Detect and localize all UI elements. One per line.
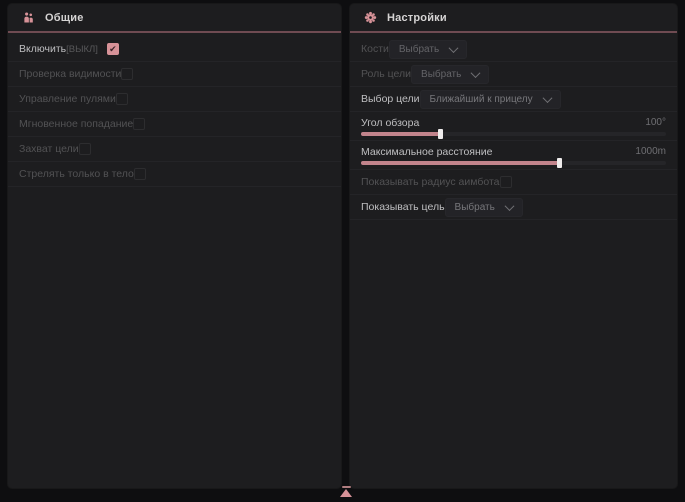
panel-settings: Настройки Кости Выбрать Роль цели Выбрать Вы…: [350, 4, 677, 488]
chevron-down-icon: [471, 68, 481, 78]
checkbox[interactable]: [116, 93, 128, 105]
setting-label: Показывать радиус аимбота: [361, 176, 500, 188]
slider-fill: [361, 132, 440, 136]
slider-value: 100°: [645, 117, 666, 128]
dropdown[interactable]: Выбрать: [445, 198, 523, 217]
slider[interactable]: [361, 132, 666, 136]
panel-general-title: Общие: [45, 12, 84, 24]
chevron-down-icon: [504, 201, 514, 211]
setting-label: Кости: [361, 43, 389, 55]
slider-thumb[interactable]: [438, 129, 443, 139]
gear-icon: [363, 10, 378, 25]
menu-collapse-handle[interactable]: [338, 486, 354, 500]
general-rows: Включить[ВЫКЛ] ✔ Проверка видимости Управле…: [8, 33, 341, 187]
slider-value: 1000m: [635, 146, 666, 157]
handle-bar: [342, 486, 351, 488]
dropdown-value: Выбрать: [455, 202, 495, 213]
setting-label: Угол обзора: [361, 117, 645, 129]
setting-row: Включить[ВЫКЛ] ✔: [8, 37, 341, 62]
setting-row: Выбор цели Ближайший к прицелу: [350, 87, 677, 112]
checkbox[interactable]: [133, 118, 145, 130]
setting-row: Максимальное расстояние1000m: [350, 141, 677, 170]
setting-label: Выбор цели: [361, 93, 420, 105]
dropdown[interactable]: Выбрать: [389, 40, 467, 59]
setting-label: Максимальное расстояние: [361, 146, 635, 158]
setting-row: Проверка видимости: [8, 62, 341, 87]
panel-settings-title: Настройки: [387, 12, 447, 24]
setting-row: Показывать радиус аимбота: [350, 170, 677, 195]
checkbox[interactable]: ✔: [107, 43, 119, 55]
setting-label: Управление пулями: [19, 93, 116, 105]
slider-fill: [361, 161, 559, 165]
settings-rows: Кости Выбрать Роль цели Выбрать Выбор цели Бл…: [350, 33, 677, 220]
collapse-arrow-icon: [340, 489, 352, 497]
setting-label: Захват цели: [19, 143, 79, 155]
checkbox[interactable]: [500, 176, 512, 188]
setting-row: Показывать цель Выбрать: [350, 195, 677, 220]
dropdown[interactable]: Ближайший к прицелу: [420, 90, 561, 109]
hotkey-badge: [ВЫКЛ]: [66, 44, 98, 55]
setting-row: Роль цели Выбрать: [350, 62, 677, 87]
setting-label: Включить: [19, 43, 66, 55]
dropdown[interactable]: Выбрать: [411, 65, 489, 84]
panel-settings-header: Настройки: [350, 4, 677, 31]
setting-label: Проверка видимости: [19, 68, 121, 80]
setting-row: Захват цели: [8, 137, 341, 162]
setting-label: Стрелять только в тело: [19, 168, 134, 180]
dropdown-value: Выбрать: [421, 69, 461, 80]
setting-row: Кости Выбрать: [350, 37, 677, 62]
setting-label: Мгновенное попадание: [19, 118, 133, 130]
setting-row: Мгновенное попадание: [8, 112, 341, 137]
slider-thumb[interactable]: [557, 158, 562, 168]
dropdown-value: Ближайший к прицелу: [430, 94, 533, 105]
users-icon: [21, 10, 36, 25]
chevron-down-icon: [542, 93, 552, 103]
checkbox[interactable]: [79, 143, 91, 155]
setting-label: Показывать цель: [361, 201, 445, 213]
setting-row: Угол обзора100°: [350, 112, 677, 141]
setting-row: Стрелять только в тело: [8, 162, 341, 187]
setting-row: Управление пулями: [8, 87, 341, 112]
panel-general-header: Общие: [8, 4, 341, 31]
dropdown-value: Выбрать: [399, 44, 439, 55]
panel-general: Общие Включить[ВЫКЛ] ✔ Проверка видимости У…: [8, 4, 341, 488]
cheat-menu-overlay: Общие Включить[ВЫКЛ] ✔ Проверка видимости У…: [0, 0, 685, 502]
chevron-down-icon: [449, 43, 459, 53]
slider[interactable]: [361, 161, 666, 165]
checkbox[interactable]: [134, 168, 146, 180]
checkbox[interactable]: [121, 68, 133, 80]
setting-label: Роль цели: [361, 68, 411, 80]
